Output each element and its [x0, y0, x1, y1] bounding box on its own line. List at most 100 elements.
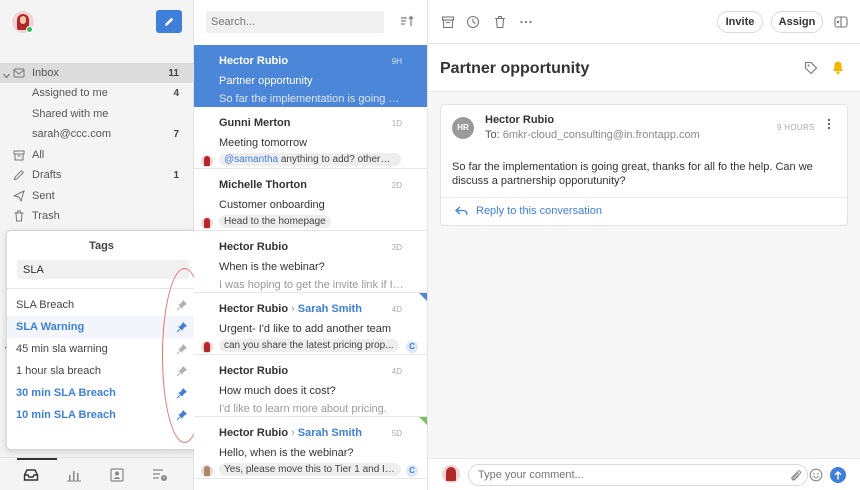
message-preview: I was hoping to get the invite link if I… — [219, 279, 404, 291]
chevron-down-icon[interactable] — [3, 70, 10, 82]
sidebar-item-label: All — [32, 149, 45, 161]
message-row[interactable]: Hector Rubio › Sarah Smith 4D Urgent- I'd … — [194, 293, 427, 355]
pin-icon[interactable] — [176, 321, 188, 333]
trash-icon[interactable] — [493, 15, 507, 29]
chevron-right-icon: › — [291, 303, 295, 315]
comment-chip: can you share the latest pricing prop... — [219, 339, 399, 352]
tag-option[interactable]: 10 min SLA Breach — [7, 404, 196, 426]
sidebar-item-label: Trash — [32, 210, 60, 222]
message-row[interactable]: Hector Rubio 9H Partner opportunity So f… — [194, 45, 427, 107]
tag-name: 30 min SLA Breach — [16, 387, 116, 399]
pin-icon[interactable] — [176, 343, 188, 355]
sidebar-item-inbox[interactable]: Inbox 11 — [0, 63, 193, 83]
message-list: Hector Rubio 9H Partner opportunity So f… — [194, 0, 428, 490]
current-user-avatar — [442, 465, 460, 483]
sidebar-item-assigned-to-me[interactable]: Assigned to me 4 — [0, 83, 193, 103]
comment-input[interactable] — [468, 464, 808, 486]
mention: @samantha — [224, 154, 279, 165]
message-row[interactable]: Hector Rubio 3D When is the webinar? I w… — [194, 231, 427, 293]
pin-icon[interactable] — [176, 387, 188, 399]
drafts-icon — [13, 169, 25, 181]
sidebar-item-all[interactable]: All — [0, 145, 193, 165]
sidebar-item-label: Assigned to me — [32, 87, 108, 99]
invite-button[interactable]: Invite — [717, 11, 763, 33]
pin-icon[interactable] — [176, 299, 188, 311]
message-row[interactable]: Michelle Thorton 2D Customer onboarding … — [194, 169, 427, 231]
pencil-icon — [165, 17, 174, 26]
tag-option[interactable]: 30 min SLA Breach — [7, 382, 196, 404]
sidebar-item-sarah-inbox[interactable]: sarah@ccc.com 7 — [0, 124, 193, 144]
online-status-dot — [26, 26, 33, 33]
sidebar-item-drafts[interactable]: Drafts 1 — [0, 165, 193, 185]
panel-toggle-icon[interactable] — [834, 15, 848, 29]
email-body: So far the implementation is going great… — [452, 161, 813, 187]
emoji-icon[interactable] — [809, 468, 823, 482]
sort-icon[interactable] — [400, 15, 414, 27]
trash-icon — [14, 210, 24, 222]
divider — [441, 197, 847, 198]
sidebar-item-count: 1 — [173, 169, 179, 181]
commenter-avatar — [201, 341, 213, 353]
tags-search-input[interactable] — [17, 260, 189, 279]
tag-name: SLA Breach — [16, 299, 75, 311]
email-from: Hector Rubio — [485, 114, 555, 126]
message-subject: When is the webinar? — [219, 261, 325, 273]
search-input[interactable] — [206, 11, 384, 33]
arrow-up-icon — [834, 470, 842, 479]
analytics-icon — [67, 470, 81, 481]
tag-name: 1 hour sla breach — [16, 365, 101, 377]
sidebar-item-count: 11 — [168, 67, 179, 79]
email-message-card: HR Hector Rubio To: 6mkr-cloud_consultin… — [440, 104, 848, 226]
comment-composer — [428, 458, 860, 490]
pin-icon[interactable] — [176, 409, 188, 421]
message-preview: So far the implementation is going gr... — [219, 93, 404, 105]
pin-icon[interactable] — [176, 365, 188, 377]
tag-option[interactable]: 45 min sla warning — [7, 338, 196, 360]
sidebar-item-count: 7 — [173, 128, 179, 140]
more-horizontal-icon[interactable] — [519, 15, 533, 29]
reply-link[interactable]: Reply to this conversation — [455, 205, 602, 217]
commenter-avatar — [201, 465, 213, 477]
assign-button[interactable]: Assign — [771, 11, 823, 33]
bottom-nav-inbox[interactable] — [11, 458, 57, 490]
chevron-right-icon: › — [291, 427, 295, 439]
tag-option[interactable]: 1 hour sla breach — [7, 360, 196, 382]
message-sender: Michelle Thorton — [219, 179, 307, 191]
message-time: 9H — [391, 57, 402, 66]
bottom-nav-analytics[interactable] — [54, 458, 94, 490]
tag-option[interactable]: SLA Warning — [7, 316, 196, 338]
message-subject: Meeting tomorrow — [219, 137, 308, 149]
sidebar-item-label: Shared with me — [32, 108, 109, 120]
snooze-clock-icon[interactable] — [466, 15, 480, 29]
sidebar-item-shared-with-me[interactable]: Shared with me — [0, 104, 193, 124]
compose-button[interactable] — [156, 10, 182, 33]
bottom-nav-rules[interactable] — [140, 458, 180, 490]
status-corner-marker — [419, 417, 427, 425]
paperclip-icon[interactable] — [790, 469, 802, 482]
send-icon — [13, 190, 25, 202]
tag-icon[interactable] — [804, 61, 818, 75]
bell-icon[interactable] — [831, 60, 845, 75]
inbox-icon — [13, 68, 25, 78]
contacts-icon — [110, 467, 124, 482]
bottom-nav-contacts[interactable] — [97, 458, 137, 490]
message-time: 4D — [391, 305, 402, 314]
more-vertical-icon[interactable] — [827, 118, 831, 133]
sidebar-item-label: Drafts — [32, 169, 62, 181]
tag-name: 10 min SLA Breach — [16, 409, 116, 421]
message-sender: Hector Rubio › Sarah Smith — [219, 303, 362, 315]
tag-option[interactable]: SLA Breach — [7, 294, 196, 316]
sidebar-item-label: Sent — [32, 190, 55, 202]
message-subject: Hello, when is the webinar? — [219, 447, 354, 459]
sidebar-item-trash[interactable]: Trash — [0, 206, 193, 226]
message-row[interactable]: Hector Rubio › Sarah Smith 5D Hello, when … — [194, 417, 427, 479]
message-time: 3D — [391, 243, 402, 252]
send-comment-button[interactable] — [830, 467, 846, 483]
inbox-tray-icon — [23, 468, 39, 481]
message-subject: How much does it cost? — [219, 385, 336, 397]
archive-icon[interactable] — [441, 15, 455, 29]
message-row[interactable]: Hector Rubio 4D How much does it cost? I… — [194, 355, 427, 417]
message-row[interactable]: Gunni Merton 1D Meeting tomorrow @samant… — [194, 107, 427, 169]
sidebar-item-sent[interactable]: Sent — [0, 186, 193, 206]
message-subject: Urgent- I'd like to add another team — [219, 323, 392, 335]
